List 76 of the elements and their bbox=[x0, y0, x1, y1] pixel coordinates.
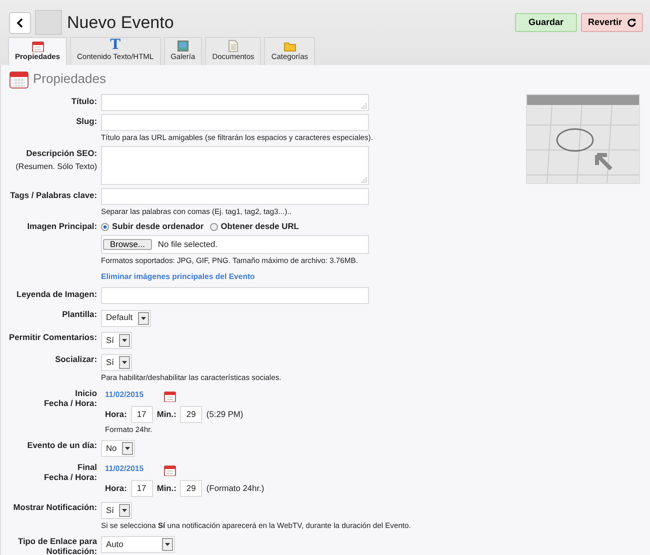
select-value: Sí bbox=[106, 336, 114, 346]
select-field[interactable]: Default bbox=[101, 310, 151, 327]
select-value: Sí bbox=[106, 506, 114, 516]
caret-icon bbox=[122, 338, 127, 342]
select-value: Auto bbox=[106, 540, 124, 550]
resize-grip-icon bbox=[361, 103, 367, 109]
radio-button[interactable] bbox=[210, 223, 218, 232]
select-field[interactable]: No bbox=[101, 440, 135, 457]
caret-icon bbox=[124, 446, 130, 450]
field-label: Permitir Comentarios: bbox=[9, 332, 97, 342]
field-label: Slug: bbox=[76, 116, 97, 126]
field-label: Imagen Principal: bbox=[27, 221, 97, 232]
refresh-icon bbox=[627, 18, 636, 27]
hour-label: Hora: bbox=[105, 410, 127, 420]
picture-icon bbox=[176, 40, 189, 52]
field-label: Plantilla: bbox=[62, 309, 97, 320]
field-label: Tags / Palabras clave: bbox=[10, 190, 97, 200]
minute-label: Min.: bbox=[156, 410, 176, 420]
minute-label: Min.: bbox=[156, 484, 176, 494]
hour-label: Hora: bbox=[105, 484, 127, 494]
select-field[interactable]: Sí bbox=[101, 332, 132, 349]
input-field[interactable] bbox=[101, 188, 369, 205]
field-label: Fecha / Hora: bbox=[44, 472, 97, 482]
hour-field[interactable]: 17 bbox=[130, 406, 153, 423]
select-value: Default bbox=[106, 313, 133, 323]
radio-label: Obtener desde URL bbox=[220, 222, 299, 232]
caret-icon bbox=[122, 509, 127, 512]
file-status: No file selected. bbox=[158, 240, 218, 250]
field-label: Final bbox=[77, 462, 97, 472]
minute-field[interactable]: 29 bbox=[180, 406, 202, 423]
field-label: Descripción SEO: bbox=[26, 148, 97, 158]
field-label: Mostrar Notificación: bbox=[13, 502, 97, 512]
radio-button[interactable] bbox=[101, 223, 109, 232]
caret-icon bbox=[165, 543, 170, 546]
back-button[interactable] bbox=[9, 12, 31, 34]
radio-label: Subir desde ordenador bbox=[112, 222, 204, 232]
caret-icon bbox=[122, 361, 127, 364]
thumbnail-placeholder bbox=[35, 10, 62, 35]
input-field[interactable] bbox=[101, 287, 369, 304]
field-label: Socializar: bbox=[55, 354, 97, 364]
resize-grip-icon bbox=[361, 176, 367, 183]
text-area[interactable] bbox=[101, 94, 369, 111]
calendar-icon bbox=[164, 390, 176, 402]
field-label: Tipo de Enlace para Notificación: bbox=[18, 536, 97, 555]
page-title: Nuevo Evento bbox=[67, 12, 174, 32]
select-field[interactable]: Sí bbox=[101, 354, 132, 372]
field-label: Leyenda de Imagen: bbox=[16, 289, 97, 300]
select-field[interactable]: Sí bbox=[101, 502, 132, 520]
text-area[interactable] bbox=[101, 146, 369, 185]
field-label: Inicio bbox=[75, 388, 97, 398]
calendar-icon bbox=[32, 40, 44, 52]
time-note: (5:29 PM) bbox=[206, 410, 244, 420]
select-value: No bbox=[106, 444, 117, 454]
document-icon bbox=[227, 40, 240, 52]
calendar-icon bbox=[9, 69, 29, 89]
revert-button[interactable]: Revertir bbox=[581, 13, 643, 32]
field-label: Fecha / Hora: bbox=[44, 398, 97, 408]
select-value: Sí bbox=[106, 358, 114, 368]
field-hint: (Resumen. Sólo Texto) bbox=[14, 162, 97, 172]
hour-field[interactable]: 17 bbox=[130, 480, 153, 497]
radio-option[interactable]: Obtener desde URL bbox=[210, 219, 299, 232]
browse-button[interactable]: Browse... bbox=[103, 238, 152, 250]
section-title: Propiedades bbox=[33, 72, 106, 86]
field-label: Título: bbox=[71, 96, 97, 106]
caret-icon bbox=[140, 316, 146, 320]
select-field[interactable]: Auto bbox=[101, 536, 175, 554]
calendar-icon bbox=[164, 464, 176, 476]
time-note: (Formato 24hr.) bbox=[206, 484, 264, 494]
radio-option[interactable]: Subir desde ordenador bbox=[101, 219, 204, 232]
field-label: Evento de un día: bbox=[27, 440, 97, 450]
folder-icon bbox=[284, 40, 296, 52]
save-button[interactable]: Guardar bbox=[515, 13, 577, 32]
minute-field[interactable]: 29 bbox=[180, 480, 202, 497]
text-icon: T bbox=[110, 38, 121, 52]
back-icon bbox=[16, 18, 24, 28]
input-field[interactable] bbox=[101, 114, 369, 131]
